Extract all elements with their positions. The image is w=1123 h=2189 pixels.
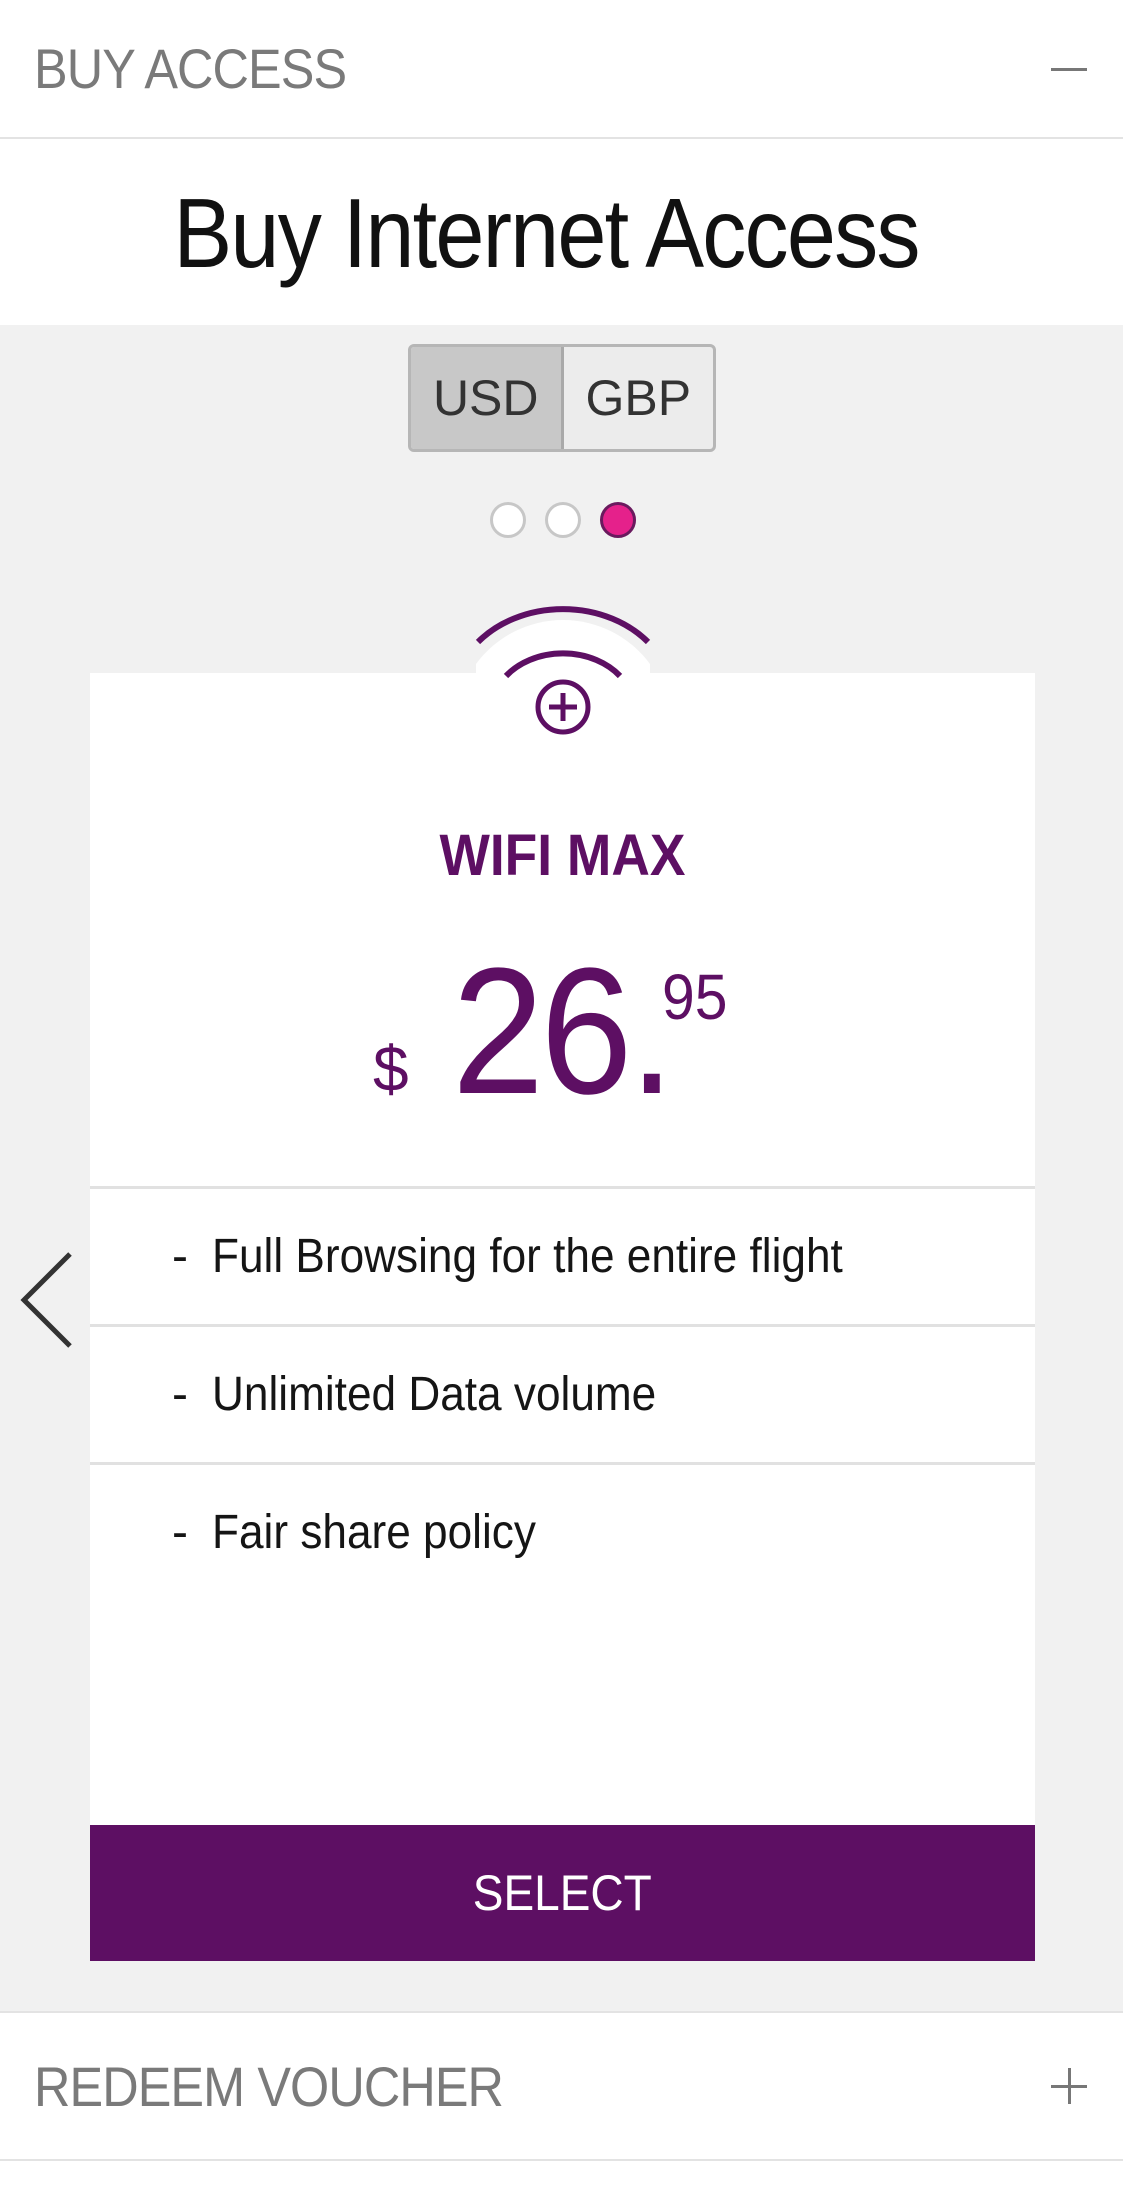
feature-text: Unlimited Data volume — [212, 1368, 657, 1421]
page-title-area: Buy Internet Access — [0, 141, 1123, 325]
buy-access-title: BUY ACCESS — [34, 37, 347, 100]
chevron-left-icon[interactable] — [20, 1250, 74, 1350]
feature-text: Full Browsing for the entire flight — [212, 1230, 843, 1283]
list-item: - Full Browsing for the entire flight — [90, 1186, 1035, 1324]
redeem-voucher-header[interactable]: REDEEM VOUCHER — [0, 2011, 1123, 2161]
pagination-dot-2[interactable] — [545, 502, 581, 538]
plan-name: WIFI MAX — [439, 823, 686, 888]
list-item: - Fair share policy — [90, 1462, 1035, 1600]
feature-dash: - — [172, 1506, 188, 1559]
feature-text: Fair share policy — [212, 1506, 536, 1559]
currency-option-gbp[interactable]: GBP — [564, 347, 714, 449]
carousel-pagination — [490, 502, 636, 538]
minus-icon[interactable] — [1049, 49, 1089, 89]
pagination-dot-1[interactable] — [490, 502, 526, 538]
page-title: Buy Internet Access — [173, 177, 921, 288]
plan-features-list: - Full Browsing for the entire flight - … — [90, 1186, 1035, 1600]
plan-price: $ 26. 95 — [90, 931, 1035, 1132]
app-frame: BUY ACCESS Buy Internet Access USD GBP W… — [0, 0, 1123, 2189]
plus-icon[interactable] — [1049, 2066, 1089, 2106]
price-main: 26. — [452, 931, 675, 1132]
select-plan-button[interactable]: SELECT — [90, 1825, 1035, 1961]
price-currency-symbol: $ — [373, 1033, 409, 1105]
redeem-voucher-title: REDEEM VOUCHER — [34, 2054, 504, 2118]
price-cents: 95 — [662, 961, 728, 1033]
feature-dash: - — [172, 1368, 188, 1421]
currency-option-usd[interactable]: USD — [411, 347, 564, 449]
buy-access-header[interactable]: BUY ACCESS — [0, 0, 1123, 139]
select-button-label: SELECT — [473, 1865, 652, 1921]
wifi-plus-icon — [475, 606, 651, 750]
currency-toggle: USD GBP — [408, 344, 716, 452]
pagination-dot-3[interactable] — [600, 502, 636, 538]
feature-dash: - — [172, 1230, 188, 1283]
list-item: - Unlimited Data volume — [90, 1324, 1035, 1462]
